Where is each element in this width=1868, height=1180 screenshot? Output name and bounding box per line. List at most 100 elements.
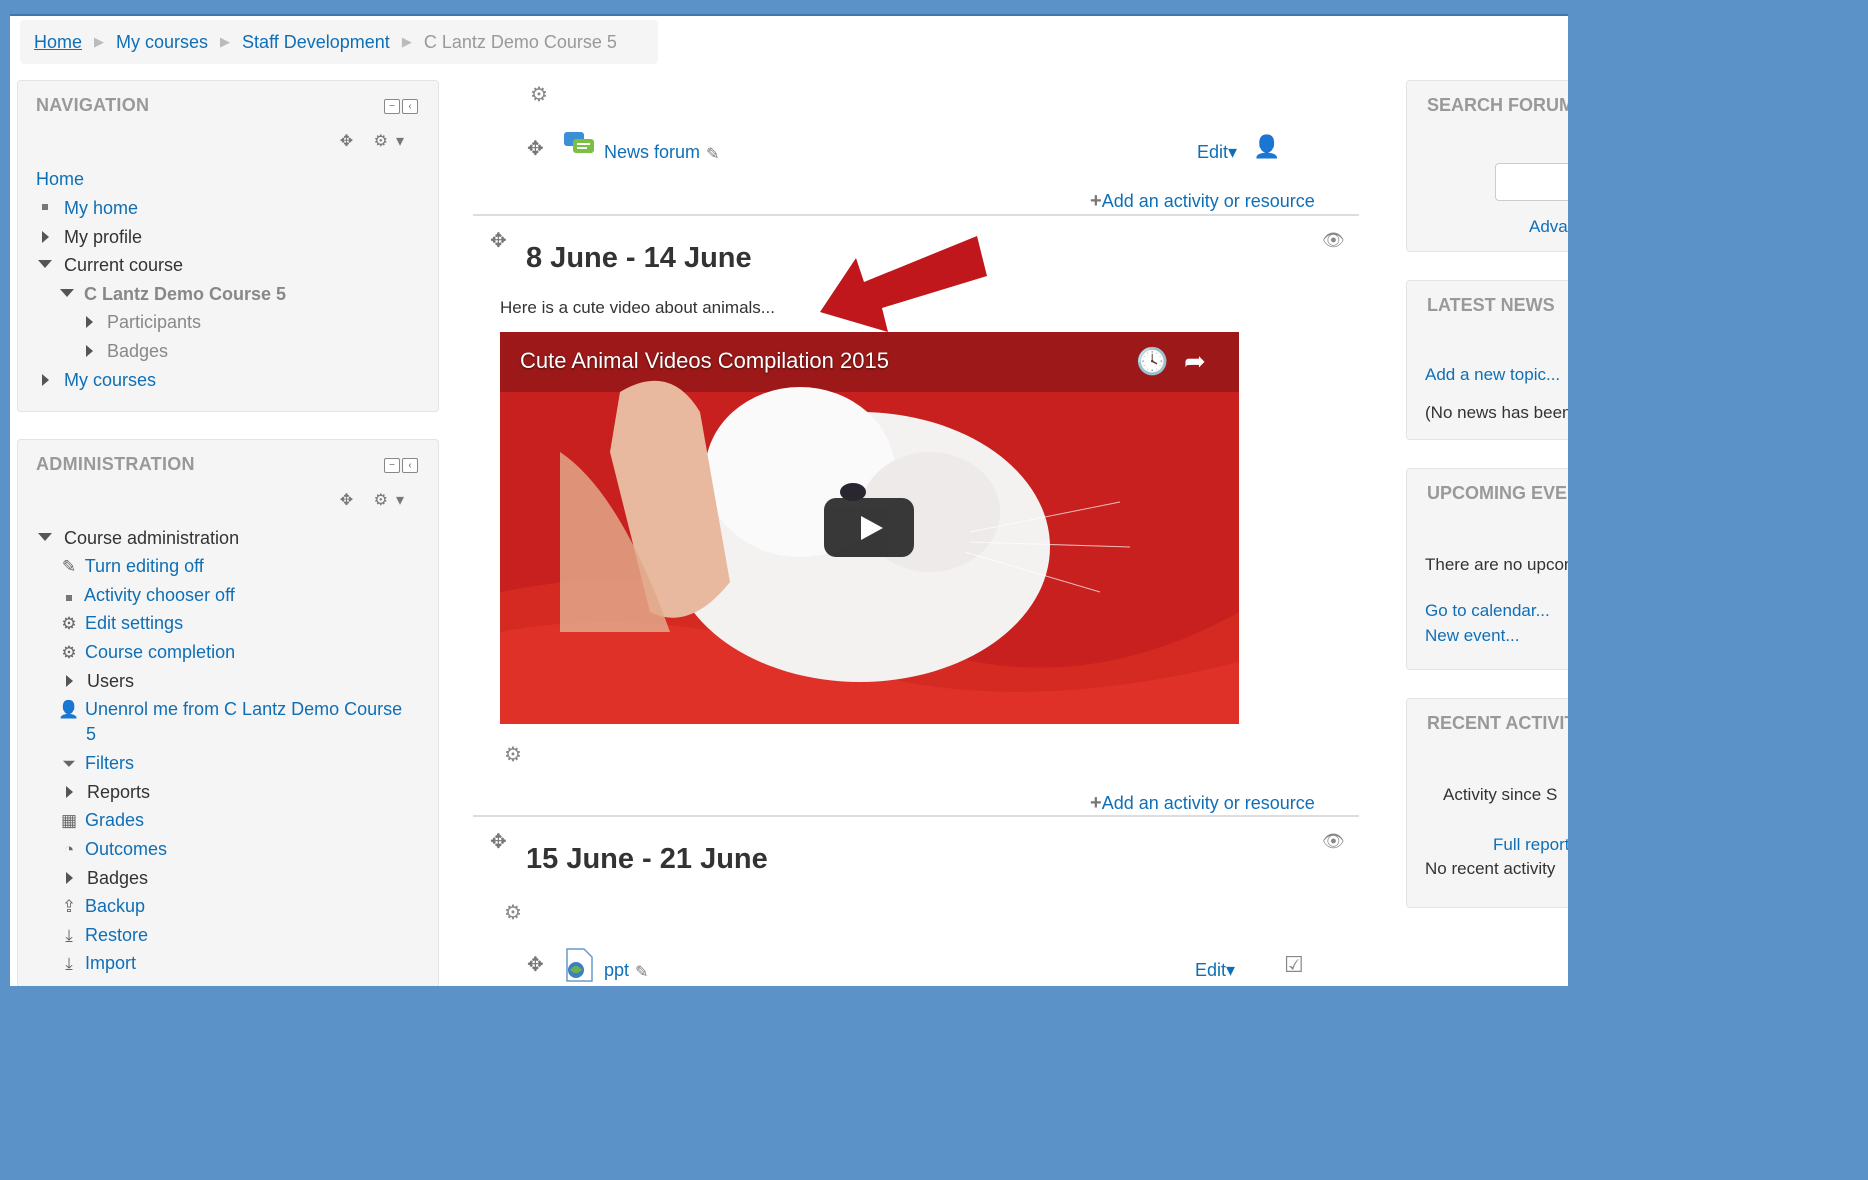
move-section-icon[interactable]: ✥ bbox=[490, 228, 507, 253]
navigation-title: NAVIGATION bbox=[36, 95, 150, 115]
nav-course-name[interactable]: C Lantz Demo Course 5 bbox=[84, 284, 286, 304]
go-to-calendar-link[interactable]: Go to calendar... bbox=[1425, 601, 1550, 621]
nav-current-course[interactable]: Current course bbox=[64, 255, 183, 275]
advanced-search-link[interactable]: Advanced search bbox=[1529, 217, 1568, 237]
edit-title-pencil-icon[interactable]: ✎ bbox=[635, 962, 648, 982]
add-new-topic-link[interactable]: Add a new topic... bbox=[1425, 365, 1560, 385]
block-controls: − ‹ bbox=[384, 99, 418, 114]
breadcrumb-staff-development[interactable]: Staff Development bbox=[242, 32, 390, 53]
nav-participants[interactable]: Participants bbox=[107, 312, 201, 332]
section-divider bbox=[473, 815, 1359, 817]
visibility-eye-icon[interactable]: 👁 bbox=[1322, 831, 1345, 852]
administration-block: ADMINISTRATION − ‹ ✥ ⚙▾ Course administr… bbox=[17, 439, 439, 986]
add-activity-link[interactable]: +Add an activity or resource bbox=[1090, 792, 1315, 815]
section-title-15-june: 15 June - 21 June bbox=[526, 843, 768, 875]
breadcrumb-current-course: C Lantz Demo Course 5 bbox=[423, 31, 617, 52]
nav-home[interactable]: Home bbox=[36, 169, 84, 189]
share-arrow-icon[interactable]: ➦ bbox=[1184, 346, 1206, 377]
edit-title-pencil-icon[interactable]: ✎ bbox=[706, 144, 719, 164]
admin-outcomes[interactable]: Outcomes bbox=[85, 839, 167, 859]
breadcrumb-home[interactable]: Home bbox=[34, 32, 82, 53]
expand-icon[interactable] bbox=[42, 374, 49, 386]
section-divider bbox=[473, 214, 1359, 216]
collapse-tree-icon[interactable] bbox=[60, 289, 74, 297]
upload-icon: ⇪ bbox=[61, 897, 77, 916]
embedded-video[interactable]: Cute Animal Videos Compilation 2015 🕓 ➦ bbox=[500, 332, 1239, 724]
admin-backup[interactable]: Backup bbox=[85, 896, 145, 916]
video-play-button[interactable] bbox=[824, 498, 914, 557]
expand-icon[interactable] bbox=[66, 872, 73, 884]
collapse-tree-icon[interactable] bbox=[38, 260, 52, 268]
collapse-tree-icon[interactable] bbox=[38, 533, 52, 541]
full-report-link[interactable]: Full report bbox=[1493, 835, 1568, 855]
dock-icon[interactable]: ‹ bbox=[402, 458, 418, 473]
edit-menu-forum[interactable]: Edit▾ bbox=[1197, 142, 1237, 163]
breadcrumb-my-courses[interactable]: My courses bbox=[116, 32, 208, 53]
admin-course-completion[interactable]: Course completion bbox=[85, 642, 235, 662]
expand-icon[interactable] bbox=[66, 786, 73, 798]
news-forum-link[interactable]: News forum bbox=[604, 142, 700, 163]
gear-icon: ⚙ bbox=[61, 643, 77, 662]
admin-reports[interactable]: Reports bbox=[87, 782, 150, 802]
breadcrumb: Home ▶ My courses ▶ Staff Development ▶ … bbox=[20, 20, 658, 64]
edit-menu-ppt[interactable]: Edit▾ bbox=[1195, 960, 1235, 981]
collapse-icon[interactable]: − bbox=[384, 458, 400, 473]
file-icon bbox=[564, 948, 594, 982]
breadcrumb-separator-icon: ▶ bbox=[94, 34, 105, 49]
collapse-icon[interactable]: − bbox=[384, 99, 400, 114]
move-icon[interactable]: ✥ bbox=[527, 952, 544, 977]
gear-icon[interactable]: ⚙ bbox=[504, 742, 522, 767]
admin-unenrol[interactable]: Unenrol me from C Lantz Demo Course bbox=[85, 699, 402, 719]
bullet-icon bbox=[58, 586, 80, 606]
gear-icon: ⚙ bbox=[61, 614, 77, 633]
admin-import[interactable]: Import bbox=[85, 953, 136, 973]
move-icon[interactable]: ✥ bbox=[527, 136, 544, 161]
completion-checkbox-icon[interactable]: ☑ bbox=[1284, 952, 1304, 978]
nav-my-profile[interactable]: My profile bbox=[64, 227, 142, 247]
admin-edit-settings[interactable]: Edit settings bbox=[85, 613, 183, 633]
admin-unenrol-continued[interactable]: 5 bbox=[86, 724, 96, 744]
admin-badges[interactable]: Badges bbox=[87, 868, 148, 888]
section-title-8-june: 8 June - 14 June bbox=[526, 242, 752, 274]
expand-icon[interactable] bbox=[66, 675, 73, 687]
video-title[interactable]: Cute Animal Videos Compilation 2015 bbox=[520, 348, 889, 374]
bullet-icon bbox=[42, 204, 48, 210]
no-recent-activity-text: No recent activity bbox=[1425, 859, 1556, 878]
expand-icon[interactable] bbox=[86, 316, 93, 328]
move-section-icon[interactable]: ✥ bbox=[490, 829, 507, 854]
gear-icon[interactable]: ⚙ bbox=[504, 900, 522, 925]
user-icon[interactable]: 👤 bbox=[1253, 134, 1280, 160]
block-controls: − ‹ bbox=[384, 458, 418, 473]
visibility-eye-icon[interactable]: 👁 bbox=[1322, 230, 1345, 251]
navigation-block: NAVIGATION − ‹ ✥ ⚙▾ Home My home My prof… bbox=[17, 80, 439, 412]
add-activity-link[interactable]: +Add an activity or resource bbox=[1090, 190, 1315, 213]
search-forums-block: SEARCH FORUMS Advanced search bbox=[1406, 80, 1568, 252]
ppt-resource-link[interactable]: ppt bbox=[604, 960, 629, 981]
annotation-arrow-icon bbox=[820, 236, 987, 332]
breadcrumb-separator-icon: ▶ bbox=[220, 34, 231, 49]
admin-activity-chooser-off[interactable]: Activity chooser off bbox=[84, 585, 235, 605]
nav-my-home[interactable]: My home bbox=[64, 198, 138, 218]
nav-badges[interactable]: Badges bbox=[107, 341, 168, 361]
nav-my-courses[interactable]: My courses bbox=[64, 370, 156, 390]
new-event-link[interactable]: New event... bbox=[1425, 626, 1520, 646]
admin-turn-editing-off[interactable]: Turn editing off bbox=[85, 556, 204, 576]
no-events-text: There are no upcoming events bbox=[1425, 555, 1568, 574]
expand-icon[interactable] bbox=[86, 345, 93, 357]
dock-icon[interactable]: ‹ bbox=[402, 99, 418, 114]
forum-icon bbox=[563, 131, 595, 157]
latest-news-title: LATEST NEWS bbox=[1427, 295, 1555, 315]
admin-course-administration[interactable]: Course administration bbox=[64, 528, 239, 548]
admin-grades[interactable]: Grades bbox=[85, 810, 144, 830]
admin-users[interactable]: Users bbox=[87, 671, 134, 691]
gear-icon[interactable]: ⚙ bbox=[530, 82, 548, 107]
block-move-actions[interactable]: ✥ ⚙▾ bbox=[340, 490, 412, 510]
block-move-actions[interactable]: ✥ ⚙▾ bbox=[340, 131, 412, 151]
watch-later-clock-icon[interactable]: 🕓 bbox=[1136, 346, 1168, 377]
download-icon: ⤓ bbox=[65, 926, 73, 945]
breadcrumb-separator-icon: ▶ bbox=[401, 34, 412, 49]
expand-icon[interactable] bbox=[42, 231, 49, 243]
admin-restore[interactable]: Restore bbox=[85, 925, 148, 945]
admin-filters[interactable]: Filters bbox=[85, 753, 134, 773]
search-forums-input[interactable] bbox=[1495, 163, 1568, 201]
